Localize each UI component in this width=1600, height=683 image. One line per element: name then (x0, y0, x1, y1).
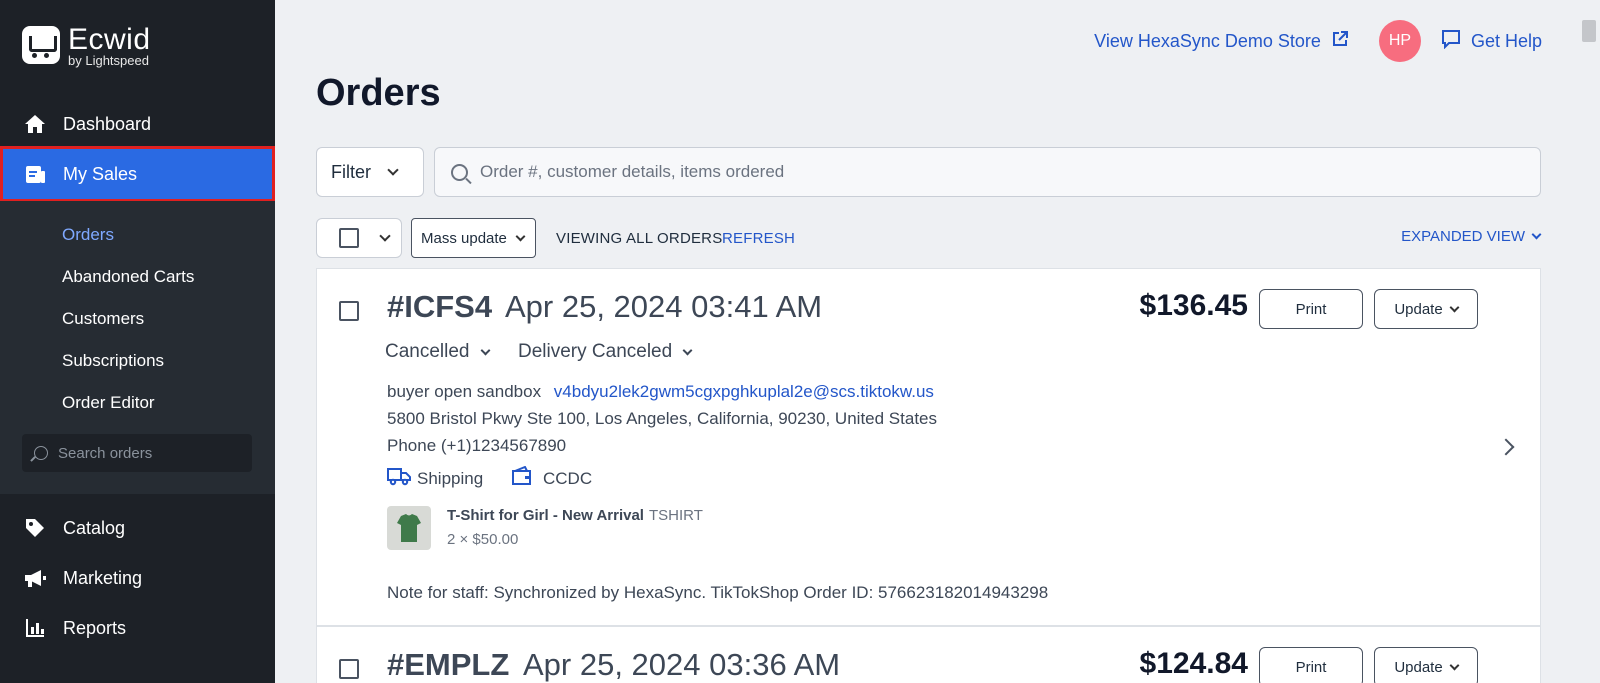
chevron-down-icon (387, 164, 399, 176)
top-bar: View HexaSync Demo Store HP Get Help (1094, 20, 1542, 62)
chevron-down-icon (682, 345, 693, 355)
shipping-label: Shipping (417, 468, 484, 488)
order-date: Apr 25, 2024 03:36 AM (523, 647, 841, 682)
wallet-icon (511, 465, 533, 491)
customer-email[interactable]: v4bdyu2lek2gwm5cgxpghkuplal2e@scs.tiktok… (554, 382, 934, 401)
nav-my-sales[interactable]: My Sales (0, 146, 275, 202)
update-label: Update (1394, 658, 1443, 676)
search-icon (34, 446, 48, 460)
nav-reports[interactable]: Reports (0, 604, 275, 652)
external-link-icon (1331, 30, 1349, 53)
order-card[interactable]: #EMPLZ Apr 25, 2024 03:36 AM $124.84 Pri… (316, 626, 1541, 683)
expanded-view-label: EXPANDED VIEW (1401, 228, 1525, 245)
chevron-down-icon (480, 345, 490, 355)
update-button[interactable]: Update (1374, 289, 1478, 329)
print-button[interactable]: Print (1259, 289, 1363, 329)
order-total: $136.45 (1139, 289, 1248, 322)
select-all-dropdown[interactable] (316, 218, 402, 258)
subnav-order-editor[interactable]: Order Editor (62, 393, 155, 413)
chevron-down-icon (1449, 302, 1460, 312)
truck-icon (387, 466, 411, 491)
search-orders-input[interactable]: Search orders (22, 434, 252, 472)
cart-logo-icon (22, 26, 60, 64)
subnav-customers[interactable]: Customers (62, 309, 144, 329)
order-checkbox[interactable] (339, 301, 359, 321)
item-sku: TSHIRT (649, 507, 703, 524)
chevron-down-icon (515, 231, 526, 241)
search-icon (451, 163, 468, 181)
ecwid-logo[interactable]: Ecwid by Lightspeed (22, 23, 151, 68)
expanded-view-toggle[interactable]: EXPANDED VIEW (1401, 228, 1542, 245)
sidebar: Ecwid by Lightspeed Dashboard My Sales O… (0, 0, 275, 683)
payment-method: CCDC (511, 465, 593, 491)
customer-phone: Phone (+1)1234567890 (387, 436, 567, 455)
search-placeholder: Search orders (58, 444, 153, 462)
order-checkbox[interactable] (339, 659, 359, 679)
print-button[interactable]: Print (1259, 647, 1363, 683)
viewing-label: VIEWING ALL ORDERS (556, 230, 723, 247)
customer-line: buyer open sandbox v4bdyu2lek2gwm5cgxpgh… (387, 382, 934, 402)
view-store-link[interactable]: View HexaSync Demo Store (1094, 30, 1349, 53)
view-store-label: View HexaSync Demo Store (1094, 30, 1321, 51)
payment-label: CCDC (543, 468, 593, 488)
subnav-orders[interactable]: Orders (62, 225, 114, 245)
order-total: $124.84 (1139, 647, 1248, 680)
nav-marketing[interactable]: Marketing (0, 554, 275, 602)
chat-icon (1441, 29, 1461, 54)
chevron-down-icon (1449, 660, 1460, 670)
update-button[interactable]: Update (1374, 647, 1478, 683)
nav-label: Dashboard (63, 113, 152, 134)
home-icon (23, 112, 47, 136)
nav-label: Reports (63, 617, 127, 638)
nav-label: Marketing (63, 567, 143, 588)
page-title: Orders (316, 72, 441, 114)
mass-update-label: Mass update (421, 229, 507, 247)
customer-address: 5800 Bristol Pkwy Ste 100, Los Angeles, … (387, 409, 937, 428)
nav-dashboard[interactable]: Dashboard (0, 100, 275, 148)
payment-status: Cancelled (385, 341, 470, 362)
filter-button[interactable]: Filter (316, 147, 424, 197)
product-thumbnail[interactable] (387, 506, 431, 550)
subnav-subscriptions[interactable]: Subscriptions (62, 351, 164, 371)
search-placeholder: Order #, customer details, items ordered (480, 162, 785, 181)
payment-status-dropdown[interactable]: Cancelled (385, 341, 490, 363)
brand-name: Ecwid (68, 23, 151, 56)
bar-chart-icon (23, 616, 47, 640)
nav-label: Catalog (63, 517, 126, 538)
customer-name: buyer open sandbox (387, 382, 542, 401)
avatar[interactable]: HP (1378, 20, 1421, 62)
nav-label: My Sales (63, 163, 138, 184)
item-quantity: 2 × $50.00 (447, 531, 519, 548)
mass-update-button[interactable]: Mass update (411, 218, 536, 258)
receipt-icon (23, 162, 47, 186)
get-help-label: Get Help (1470, 30, 1542, 51)
nav-catalog[interactable]: Catalog (0, 504, 275, 552)
brand-sub: by Lightspeed (68, 53, 149, 68)
staff-note: Note for staff: Synchronized by HexaSync… (387, 583, 1049, 602)
tag-icon (23, 516, 47, 540)
fulfillment-status-dropdown[interactable]: Delivery Canceled (518, 341, 693, 363)
shipping-method: Shipping (387, 466, 483, 491)
megaphone-icon (23, 566, 47, 590)
fulfillment-status: Delivery Canceled (518, 341, 673, 362)
chevron-down-icon[interactable] (379, 230, 391, 242)
select-all-checkbox[interactable] (339, 228, 359, 248)
scrollbar-thumb[interactable] (1582, 20, 1596, 42)
subnav-abandoned-carts[interactable]: Abandoned Carts (62, 267, 194, 287)
chevron-down-icon (1531, 229, 1542, 240)
item-name[interactable]: T-Shirt for Girl - New Arrival (447, 507, 644, 524)
order-search-input[interactable]: Order #, customer details, items ordered (434, 147, 1541, 197)
filter-label: Filter (331, 161, 371, 182)
update-label: Update (1394, 300, 1443, 318)
chevron-right-icon[interactable] (1497, 438, 1515, 456)
order-card[interactable]: #ICFS4 Apr 25, 2024 03:41 AM $136.45 Pri… (316, 268, 1541, 626)
order-number[interactable]: #EMPLZ (387, 647, 509, 683)
refresh-link[interactable]: REFRESH (722, 230, 795, 247)
order-number[interactable]: #ICFS4 (387, 289, 492, 325)
get-help-link[interactable]: Get Help (1441, 29, 1542, 54)
order-date: Apr 25, 2024 03:41 AM (505, 289, 823, 324)
